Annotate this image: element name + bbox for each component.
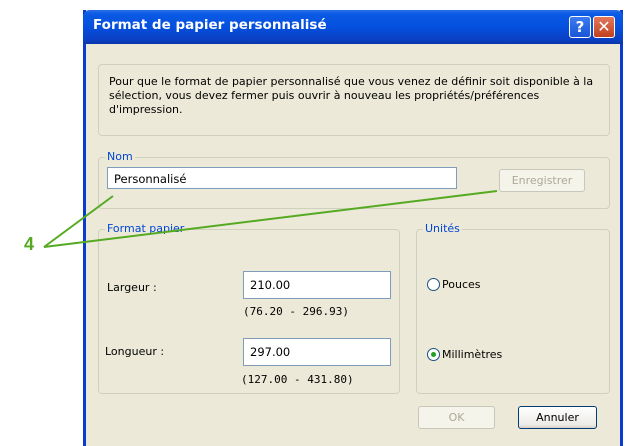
callout-lines xyxy=(43,190,498,248)
callout-line-to-save-button xyxy=(43,190,498,248)
callout-number: 4 xyxy=(24,234,35,254)
